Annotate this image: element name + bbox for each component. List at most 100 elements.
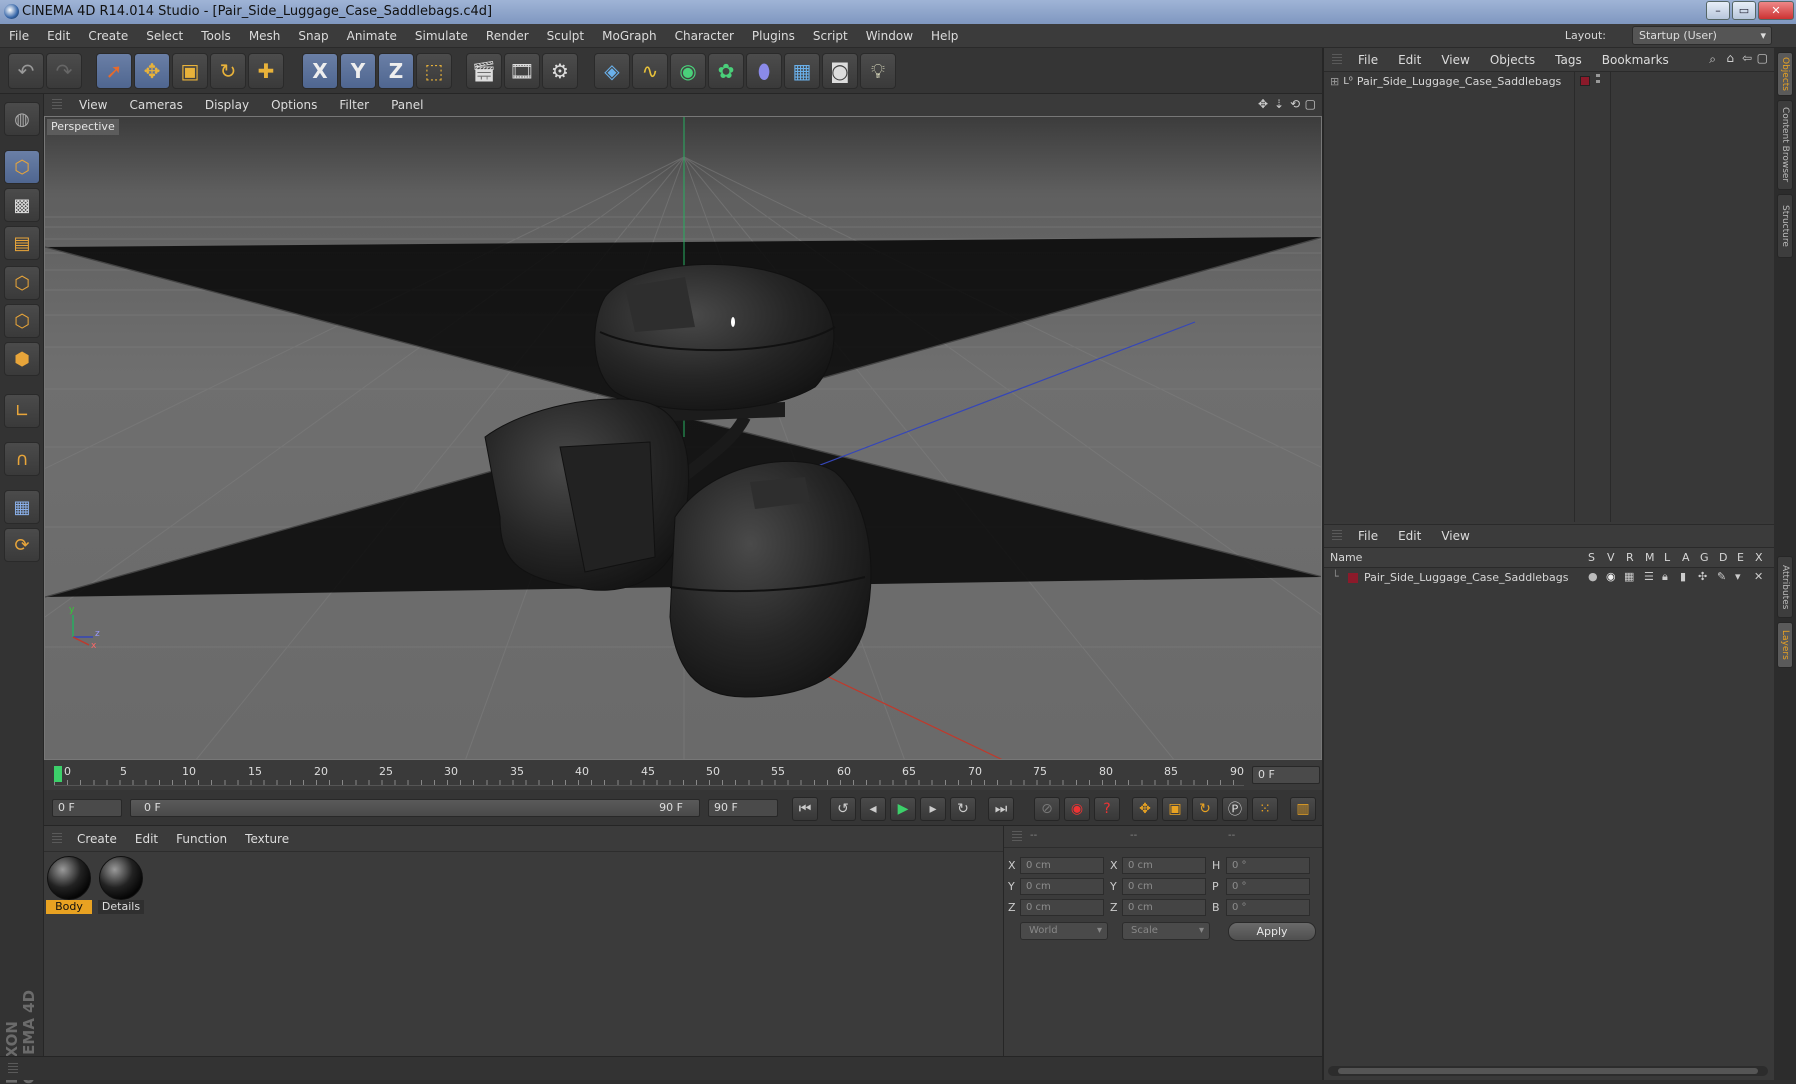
- col-view[interactable]: V: [1607, 551, 1615, 564]
- points-mode-button[interactable]: ⬡: [4, 266, 40, 300]
- rotate-tool-button[interactable]: ↻: [210, 53, 246, 89]
- tab-content-browser[interactable]: Content Browser: [1777, 100, 1793, 190]
- previous-frame-button[interactable]: ◂: [860, 797, 886, 821]
- pos-z-field[interactable]: 0 cm: [1020, 899, 1104, 916]
- close-button[interactable]: ✕: [1758, 1, 1794, 20]
- lock-icon[interactable]: 🔒︎: [1662, 570, 1668, 584]
- layers-menu-view[interactable]: View: [1431, 529, 1479, 543]
- maximize-view-icon[interactable]: ▢: [1305, 97, 1316, 111]
- menu-sculpt[interactable]: Sculpt: [538, 24, 593, 48]
- col-locked[interactable]: L: [1664, 551, 1670, 564]
- material-details[interactable]: Details: [98, 854, 144, 916]
- workplane-mode-button[interactable]: ▤: [4, 226, 40, 260]
- rot-b-field[interactable]: 0 °: [1226, 899, 1310, 916]
- viewport-menu-filter[interactable]: Filter: [328, 94, 380, 116]
- panel-grip[interactable]: [52, 99, 62, 111]
- viewport-menu-panel[interactable]: Panel: [380, 94, 434, 116]
- object-name[interactable]: Pair_Side_Luggage_Case_Saddlebags: [1357, 75, 1561, 88]
- frame-range-slider[interactable]: 0 F 90 F: [130, 799, 700, 817]
- timeline-ruler[interactable]: 0 5 10 15 20 25 30 35 40 45 50 55 60 65 …: [44, 760, 1322, 790]
- 3d-viewport[interactable]: y z x Perspective: [44, 116, 1322, 760]
- current-frame-field[interactable]: 0 F: [1252, 766, 1320, 784]
- tab-objects[interactable]: Objects: [1777, 52, 1793, 96]
- layers-menu-edit[interactable]: Edit: [1388, 529, 1431, 543]
- manager-icon[interactable]: ☰: [1644, 570, 1654, 583]
- col-render[interactable]: R: [1626, 551, 1634, 564]
- objects-menu-file[interactable]: File: [1348, 53, 1388, 67]
- add-array-button[interactable]: ✿: [708, 53, 744, 89]
- playhead-marker[interactable]: [54, 766, 62, 782]
- menu-window[interactable]: Window: [857, 24, 922, 48]
- move-tool-button[interactable]: ✥: [134, 53, 170, 89]
- render-view-button[interactable]: 🎬︎: [466, 53, 502, 89]
- point-level-key-button[interactable]: ⁙: [1252, 797, 1278, 821]
- expression-icon[interactable]: ▾: [1735, 570, 1741, 583]
- col-expressions[interactable]: E: [1737, 551, 1744, 564]
- planar-workplane-button[interactable]: ⟳: [4, 528, 40, 562]
- material-menu-edit[interactable]: Edit: [126, 826, 167, 852]
- add-spline-button[interactable]: ∿: [632, 53, 668, 89]
- menu-simulate[interactable]: Simulate: [406, 24, 477, 48]
- menu-file[interactable]: File: [0, 24, 38, 48]
- add-deformer-button[interactable]: ⬮: [746, 53, 782, 89]
- panel-grip[interactable]: [8, 1063, 18, 1075]
- y-axis-lock-button[interactable]: Y: [340, 53, 376, 89]
- col-manager[interactable]: M: [1645, 551, 1655, 564]
- axis-mode-button[interactable]: ∟: [4, 394, 40, 428]
- layer-color-swatch[interactable]: [1348, 573, 1358, 583]
- solo-dot-icon[interactable]: ●: [1588, 570, 1598, 583]
- add-light-button[interactable]: 💡︎: [860, 53, 896, 89]
- generator-icon[interactable]: ✣: [1698, 570, 1707, 583]
- end-frame-field[interactable]: 90 F: [708, 799, 778, 817]
- scale-tool-button[interactable]: ▣: [172, 53, 208, 89]
- go-to-start-button[interactable]: ⏮: [792, 797, 818, 821]
- tab-structure[interactable]: Structure: [1777, 194, 1793, 258]
- panel-grip[interactable]: [1332, 530, 1342, 542]
- z-axis-lock-button[interactable]: Z: [378, 53, 414, 89]
- size-y-field[interactable]: 0 cm: [1122, 878, 1206, 895]
- layout-dropdown[interactable]: Startup (User) ▾: [1632, 26, 1772, 45]
- layer-name[interactable]: Pair_Side_Luggage_Case_Saddlebags: [1364, 571, 1568, 584]
- record-keys-button[interactable]: ⊘: [1034, 797, 1060, 821]
- viewport-menu-cameras[interactable]: Cameras: [118, 94, 193, 116]
- snap-button[interactable]: ∩: [4, 442, 40, 476]
- size-mode-dropdown[interactable]: Scale ▾: [1122, 922, 1210, 940]
- objects-menu-edit[interactable]: Edit: [1388, 53, 1431, 67]
- deformer-icon[interactable]: ✎: [1717, 570, 1726, 583]
- position-key-button[interactable]: ✥: [1132, 797, 1158, 821]
- minimize-button[interactable]: –: [1706, 1, 1730, 20]
- viewport-menu-options[interactable]: Options: [260, 94, 328, 116]
- col-xref[interactable]: X: [1755, 551, 1763, 564]
- xref-icon[interactable]: ✕: [1754, 570, 1763, 583]
- new-window-icon[interactable]: ▢: [1757, 51, 1768, 65]
- panel-grip[interactable]: [1332, 53, 1342, 66]
- render-to-picture-viewer-button[interactable]: 🎞︎: [504, 53, 540, 89]
- arrow-icon[interactable]: ⇦: [1742, 51, 1752, 65]
- col-solo[interactable]: S: [1588, 551, 1595, 564]
- keyframe-selection-button[interactable]: ?: [1094, 797, 1120, 821]
- rot-p-field[interactable]: 0 °: [1226, 878, 1310, 895]
- layer-row[interactable]: └ Pair_Side_Luggage_Case_Saddlebags ● ◉ …: [1324, 568, 1774, 588]
- menu-plugins[interactable]: Plugins: [743, 24, 804, 48]
- rot-h-field[interactable]: 0 °: [1226, 857, 1310, 874]
- layer-color-tag[interactable]: [1580, 76, 1590, 86]
- previous-key-button[interactable]: ↺: [830, 797, 856, 821]
- panel-grip[interactable]: [1012, 830, 1022, 843]
- edges-mode-button[interactable]: ⬡: [4, 304, 40, 338]
- maximize-button[interactable]: ▭: [1732, 1, 1756, 20]
- start-frame-field[interactable]: 0 F: [52, 799, 122, 817]
- size-x-field[interactable]: 0 cm: [1122, 857, 1206, 874]
- apply-button[interactable]: Apply: [1228, 922, 1316, 941]
- menu-tools[interactable]: Tools: [192, 24, 240, 48]
- visibility-dots-icon[interactable]: [1596, 74, 1600, 86]
- next-frame-button[interactable]: ▸: [920, 797, 946, 821]
- rotation-key-button[interactable]: ↻: [1192, 797, 1218, 821]
- coordinate-system-button[interactable]: ⬚: [416, 53, 452, 89]
- menu-script[interactable]: Script: [804, 24, 857, 48]
- material-menu-function[interactable]: Function: [167, 826, 236, 852]
- menu-select[interactable]: Select: [137, 24, 192, 48]
- menu-edit[interactable]: Edit: [38, 24, 79, 48]
- polygons-mode-button[interactable]: ⬢: [4, 342, 40, 376]
- menu-help[interactable]: Help: [922, 24, 967, 48]
- material-body[interactable]: Body: [46, 854, 92, 916]
